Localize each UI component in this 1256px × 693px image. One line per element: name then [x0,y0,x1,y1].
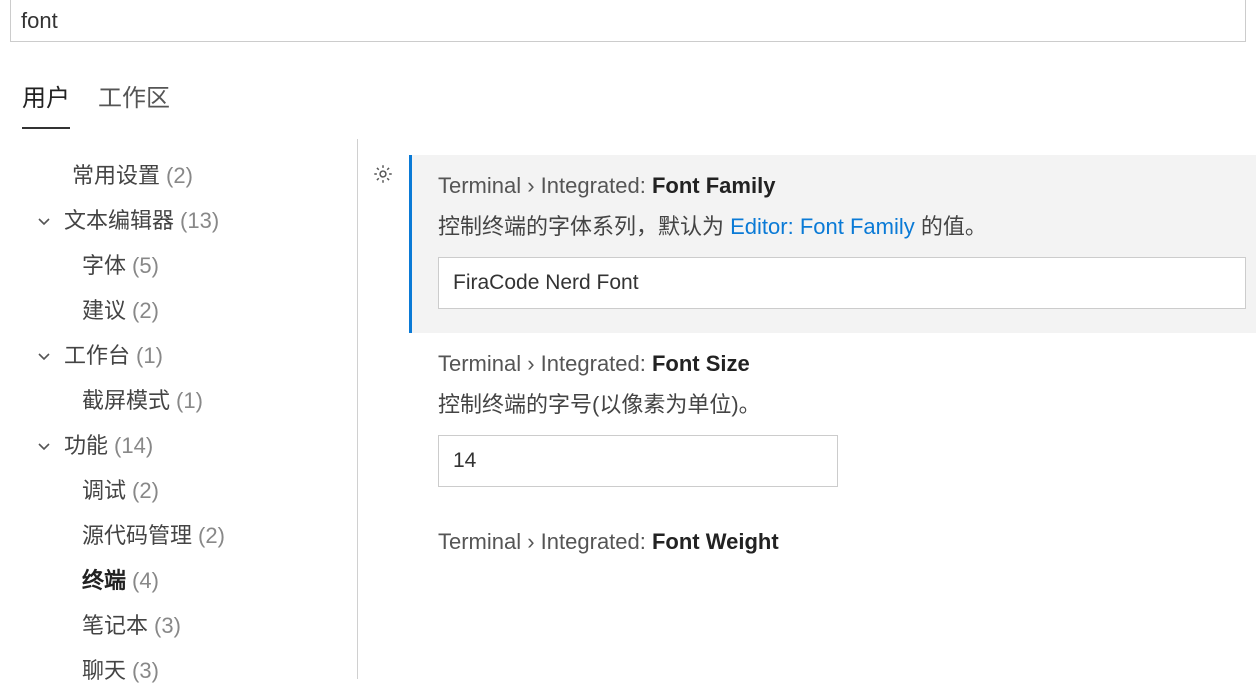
terminal-font-size-input[interactable] [438,435,838,487]
toc-debug[interactable]: 调试 (2) [0,468,357,513]
toc-scm[interactable]: 源代码管理 (2) [0,513,357,558]
setting-description: 控制终端的字号(以像素为单位)。 [438,387,1246,419]
setting-title: Terminal › Integrated: Font Size [438,351,1246,377]
gear-icon[interactable] [372,163,398,189]
chevron-down-icon [34,211,54,231]
setting-description: 控制终端的字体系列，默认为 Editor: Font Family 的值。 [438,209,1246,241]
toc-common[interactable]: 常用设置 (2) [0,153,357,198]
toc-workbench[interactable]: 工作台 (1) [0,333,357,378]
setting-title: Terminal › Integrated: Font Family [438,173,1246,199]
settings-toc: 常用设置 (2) 文本编辑器 (13) 字体 (5) 建议 (2) 工作台 (1… [0,139,358,679]
settings-content: Terminal › Integrated: Font Family 控制终端的… [358,139,1256,679]
toc-features[interactable]: 功能 (14) [0,423,357,468]
setting-terminal-font-weight: Terminal › Integrated: Font Weight [412,511,1256,589]
settings-search-input[interactable] [10,0,1246,42]
toc-terminal[interactable]: 终端 (4) [0,558,357,603]
toc-suggest[interactable]: 建议 (2) [0,288,357,333]
terminal-font-family-input[interactable] [438,257,1246,309]
setting-terminal-font-size: Terminal › Integrated: Font Size 控制终端的字号… [412,333,1256,511]
tab-user[interactable]: 用户 [22,70,70,129]
settings-scope-tabs: 用户 工作区 [0,42,1256,129]
toc-font[interactable]: 字体 (5) [0,243,357,288]
toc-screencast[interactable]: 截屏模式 (1) [0,378,357,423]
setting-title: Terminal › Integrated: Font Weight [438,529,1246,555]
chevron-down-icon [34,346,54,366]
chevron-down-icon [34,436,54,456]
toc-text-editor[interactable]: 文本编辑器 (13) [0,198,357,243]
tab-workspace[interactable]: 工作区 [98,70,170,129]
editor-font-family-link[interactable]: Editor: Font Family [730,214,915,239]
setting-terminal-font-family: Terminal › Integrated: Font Family 控制终端的… [409,155,1256,333]
toc-notebook[interactable]: 笔记本 (3) [0,603,357,648]
toc-chat[interactable]: 聊天 (3) [0,648,357,693]
